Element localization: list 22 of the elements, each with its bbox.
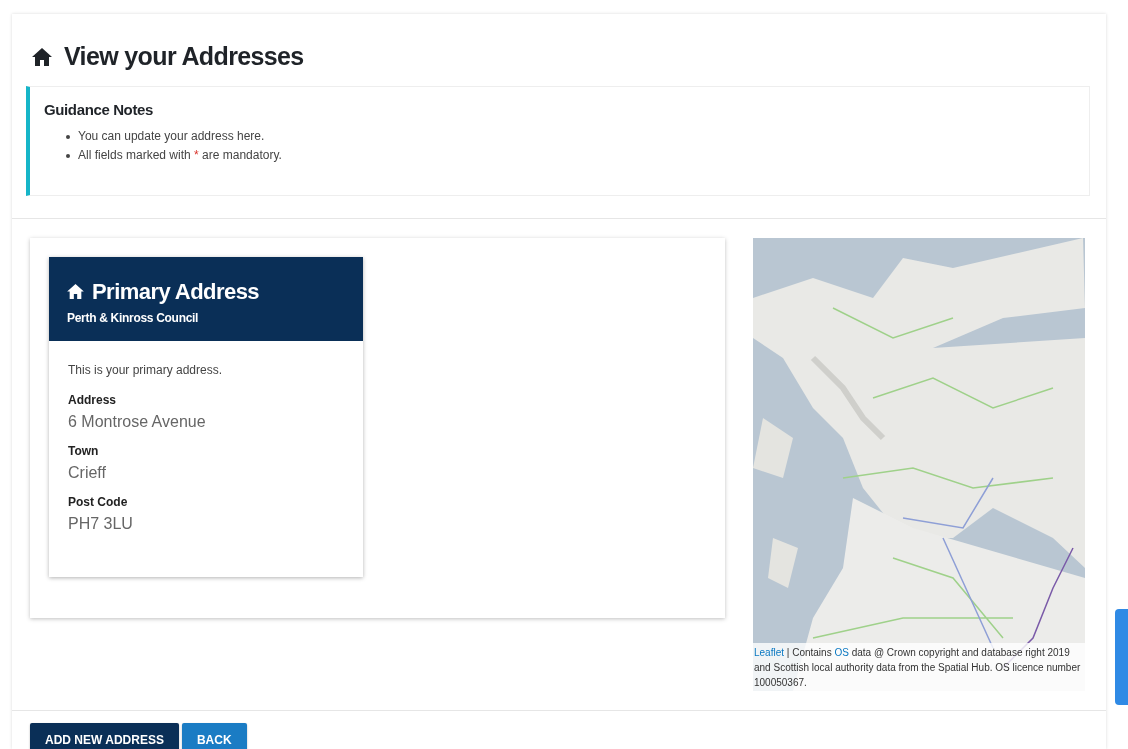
card-title: Primary Address <box>92 277 260 306</box>
home-icon <box>32 47 52 66</box>
field-value: PH7 3LU <box>68 513 134 534</box>
map-attribution: Leaflet | Contains OS data @ Crown copyright and database right 2019 and Scottish local authority data from the Spatial Hub. OS licence number 100050367. <box>753 642 1085 691</box>
card-subtitle: Perth & Kinross Council <box>67 309 200 327</box>
field-label: Post Code <box>68 493 129 511</box>
page-title: View your Addresses <box>64 41 304 72</box>
guidance-title: Guidance Notes <box>44 99 154 120</box>
field-label: Address <box>68 391 118 409</box>
intro-text: This is your primary address. <box>68 361 224 379</box>
home-icon <box>67 283 84 299</box>
guidance-text: All fields marked with * are mandatory. <box>78 147 282 164</box>
button[interactable]: ADD NEW ADDRESS <box>30 722 179 749</box>
field-value: Crieff <box>68 462 107 483</box>
field-value: 6 Montrose Avenue <box>68 411 207 432</box>
field-label: Town <box>68 442 100 460</box>
attribution-link[interactable]: Leaflet <box>754 646 785 658</box>
bullet-icon <box>66 154 70 158</box>
bullet-icon <box>66 135 70 139</box>
guidance-text: You can update your address here. <box>78 128 265 145</box>
button[interactable]: BACK <box>181 722 247 749</box>
attribution-link[interactable]: OS <box>834 646 849 658</box>
